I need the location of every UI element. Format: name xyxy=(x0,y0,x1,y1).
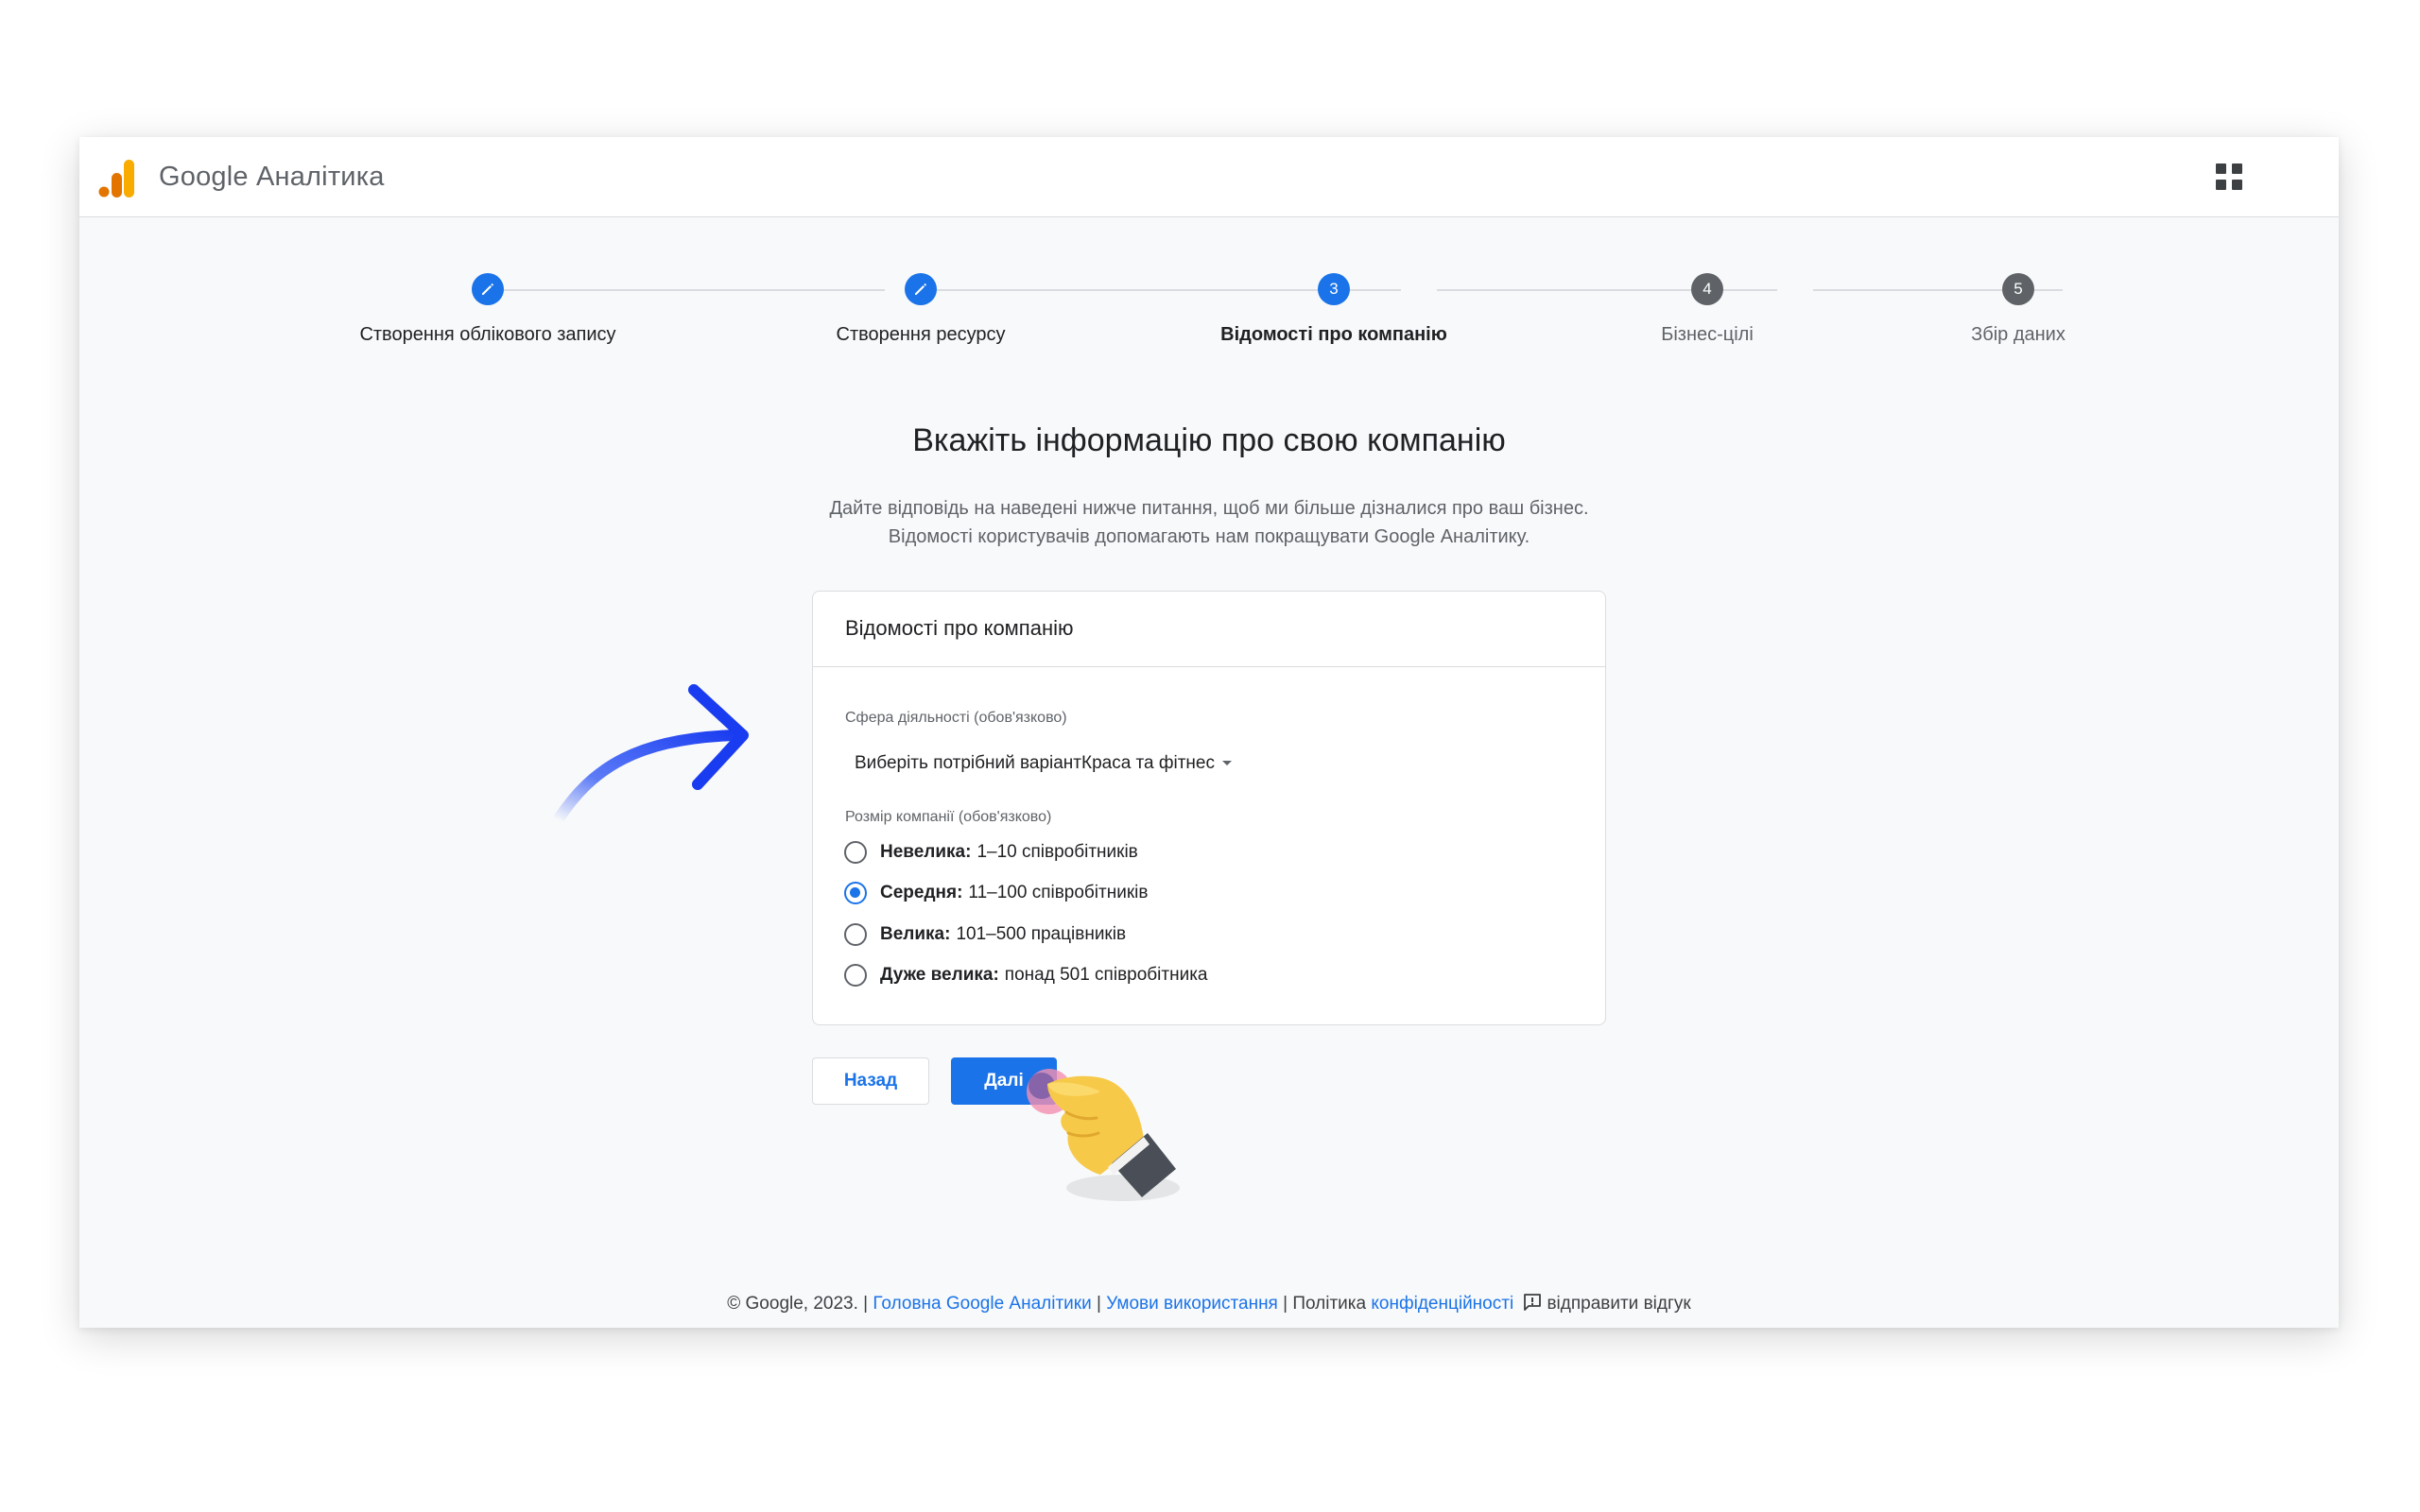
size-option-large[interactable]: Велика: 101–500 працівників xyxy=(844,923,1126,946)
app-title: Google Аналітика xyxy=(159,162,385,192)
size-option-medium[interactable]: Середня: 11–100 співробітників xyxy=(844,882,1148,904)
size-option-name: Невелика: xyxy=(880,842,972,862)
step-business-info[interactable]: 3 Відомості про компанію xyxy=(1145,273,1523,346)
footer-home-link[interactable]: Головна Google Аналітики xyxy=(873,1294,1091,1314)
radio-button[interactable] xyxy=(844,964,867,987)
step-marker: 3 xyxy=(1318,273,1350,305)
back-button[interactable]: Назад xyxy=(812,1057,929,1105)
business-info-card: Відомості про компанію Сфера діяльності … xyxy=(812,591,1606,1025)
pointer-arrow-annotation xyxy=(554,684,749,826)
size-option-detail: 11–100 співробітників xyxy=(968,883,1149,902)
step-account[interactable]: Створення облікового запису xyxy=(299,273,677,346)
google-analytics-logo-icon[interactable] xyxy=(98,158,136,199)
feedback-link[interactable]: відправити відгук xyxy=(1518,1294,1691,1314)
footer-separator: | xyxy=(1096,1294,1101,1314)
page-title: Вкажіть інформацію про свою компанію xyxy=(912,422,1506,458)
size-option-name: Дуже велика: xyxy=(880,965,999,985)
size-option-name: Велика: xyxy=(880,924,951,944)
size-option-detail: понад 501 співробітника xyxy=(1004,965,1208,985)
dropdown-caret-icon xyxy=(1222,761,1232,766)
radio-button-selected[interactable] xyxy=(844,882,867,904)
page-subtitle: Дайте відповідь на наведені нижче питанн… xyxy=(79,494,2339,551)
apps-grid-icon[interactable] xyxy=(2214,162,2244,192)
footer-policy-text: | Політика xyxy=(1283,1294,1367,1314)
size-option-detail: 1–10 співробітників xyxy=(977,842,1138,862)
edit-pencil-icon xyxy=(915,283,927,295)
step-marker: 5 xyxy=(2002,273,2034,305)
step-data-collection[interactable]: 5 Збір даних xyxy=(1829,273,2207,346)
step-property[interactable]: Створення ресурсу xyxy=(732,273,1110,346)
footer-privacy-link[interactable]: конфіденційності xyxy=(1371,1294,1513,1314)
radio-button[interactable] xyxy=(844,923,867,946)
app-bar: Google Аналітика xyxy=(79,137,2339,217)
feedback-icon xyxy=(1524,1294,1542,1311)
step-marker: 4 xyxy=(1691,273,1723,305)
step-marker xyxy=(905,273,937,305)
industry-select-value: Виберіть потрібний варіантКраса та фітне… xyxy=(855,753,1215,773)
footer-copyright: © Google, 2023. | xyxy=(727,1294,869,1314)
edit-pencil-icon xyxy=(482,283,494,295)
card-title: Відомості про компанію xyxy=(813,592,1605,667)
subtitle-line: Відомості користувачів допомагають нам п… xyxy=(888,526,1530,547)
footer: © Google, 2023. | Головна Google Аналіти… xyxy=(79,1292,2339,1314)
step-marker xyxy=(472,273,504,305)
step-label: Відомості про компанію xyxy=(1220,324,1447,345)
company-size-label: Розмір компанії (обов'язково) xyxy=(845,809,1052,825)
industry-label: Сфера діяльності (обов'язково) xyxy=(845,710,1067,726)
step-label: Збір даних xyxy=(1971,324,2066,345)
subtitle-line: Дайте відповідь на наведені нижче питанн… xyxy=(829,498,1589,519)
radio-button[interactable] xyxy=(844,841,867,864)
feedback-label: відправити відгук xyxy=(1547,1294,1691,1314)
size-option-small[interactable]: Невелика: 1–10 співробітників xyxy=(844,841,1138,864)
size-option-very-large[interactable]: Дуже велика: понад 501 співробітника xyxy=(844,964,1208,987)
pointing-hand-cursor-icon xyxy=(1027,1069,1180,1201)
analytics-window: Google Аналітика Створення облікового за… xyxy=(79,137,2339,1328)
step-label: Створення ресурсу xyxy=(836,324,1006,345)
size-option-detail: 101–500 працівників xyxy=(956,924,1127,944)
size-option-name: Середня: xyxy=(880,883,963,902)
industry-select[interactable]: Виберіть потрібний варіантКраса та фітне… xyxy=(855,753,1232,774)
footer-terms-link[interactable]: Умови використання xyxy=(1106,1294,1278,1314)
step-label: Створення облікового запису xyxy=(359,324,616,345)
